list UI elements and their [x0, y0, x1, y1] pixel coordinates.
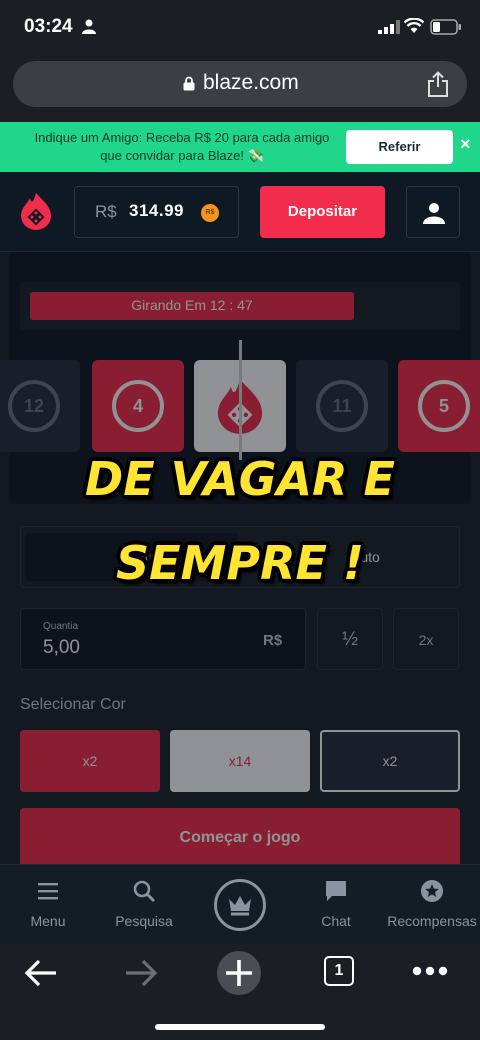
crown-icon: [229, 896, 251, 916]
nav-label: Chat: [321, 913, 351, 929]
person-icon: [82, 19, 96, 34]
tabs-button[interactable]: 1: [324, 956, 354, 986]
roulette-pointer: [239, 340, 242, 460]
share-icon[interactable]: [427, 71, 449, 97]
home-indicator: [155, 1024, 325, 1030]
status-time: 03:24: [24, 16, 73, 37]
new-tab-icon[interactable]: [216, 950, 262, 996]
half-button[interactable]: ½: [317, 608, 383, 670]
amount-field[interactable]: Quantia 5,00 R$: [20, 608, 306, 670]
signal-icon: [378, 20, 400, 34]
caption-line-2: SEMPRE !: [116, 536, 364, 590]
nav-item-search[interactable]: Pesquisa: [96, 875, 192, 935]
select-color-label: Selecionar Cor: [20, 696, 126, 713]
wifi-icon: [404, 18, 424, 33]
nav-label: Recompensas: [387, 913, 477, 929]
nav-label: Menu: [30, 913, 66, 929]
color-black-button[interactable]: x2: [320, 730, 460, 792]
roulette-number: 5: [418, 380, 470, 432]
forward-arrow-icon[interactable]: [124, 958, 158, 988]
roulette-tile: 11: [296, 360, 388, 452]
search-icon: [133, 880, 155, 902]
browser-url-area: blaze.com: [0, 58, 480, 122]
amount-value[interactable]: 5,00: [43, 637, 80, 659]
more-icon[interactable]: [412, 966, 448, 976]
balance-amount: 314.99: [129, 201, 184, 220]
nav-item-rewards[interactable]: Recompensas: [384, 875, 480, 935]
user-button[interactable]: [406, 186, 460, 238]
amount-currency: R$: [263, 632, 283, 649]
countdown-track: Girando Em 12 : 47: [20, 282, 460, 330]
roulette-tile: 12: [0, 360, 80, 452]
nav-item-chat[interactable]: Chat: [288, 875, 384, 935]
caption-line-1: DE VAGAR E: [85, 452, 395, 506]
banner-close-icon[interactable]: ×: [460, 134, 471, 155]
balance-currency: R$: [95, 202, 117, 221]
color-white-button[interactable]: x14: [170, 730, 310, 792]
double-button[interactable]: 2x: [393, 608, 459, 670]
url-bar[interactable]: blaze.com: [13, 61, 467, 107]
bottom-nav: Menu Pesquisa Chat Recompensas: [0, 864, 480, 944]
color-red-button[interactable]: x2: [20, 730, 160, 792]
amount-label: Quantia: [43, 621, 79, 632]
referral-text: Indique um Amigo: Receba R$ 20 para cada…: [34, 130, 330, 163]
chat-icon: [326, 881, 346, 901]
nav-item-home[interactable]: [214, 879, 266, 931]
countdown-text: Girando Em 12 : 47: [131, 297, 253, 313]
menu-icon: [38, 883, 58, 900]
balance-display[interactable]: R$ 314.99 R$: [74, 186, 239, 238]
nav-label: Pesquisa: [115, 913, 173, 929]
battery-icon: [430, 19, 461, 35]
referral-banner: Indique um Amigo: Receba R$ 20 para cada…: [0, 122, 480, 172]
url-text: blaze.com: [203, 71, 299, 94]
roulette-number: 12: [8, 380, 60, 432]
roulette-tile: 5: [398, 360, 480, 452]
coin-icon: R$: [201, 204, 219, 222]
nav-item-menu[interactable]: Menu: [0, 875, 96, 935]
user-icon: [423, 203, 445, 224]
status-bar: 03:24: [0, 0, 480, 58]
star-icon: [421, 880, 443, 902]
lock-icon: [183, 76, 195, 91]
blaze-logo-icon[interactable]: [20, 192, 52, 230]
refer-button[interactable]: Referir: [346, 130, 453, 164]
app-header: R$ 314.99 R$ Depositar: [0, 172, 480, 252]
roulette-tile: 4: [92, 360, 184, 452]
roulette-number: 4: [112, 380, 164, 432]
back-arrow-icon[interactable]: [24, 958, 58, 988]
roulette-number: 11: [316, 380, 368, 432]
deposit-button[interactable]: Depositar: [260, 186, 385, 238]
start-game-button[interactable]: Começar o jogo: [20, 808, 460, 864]
